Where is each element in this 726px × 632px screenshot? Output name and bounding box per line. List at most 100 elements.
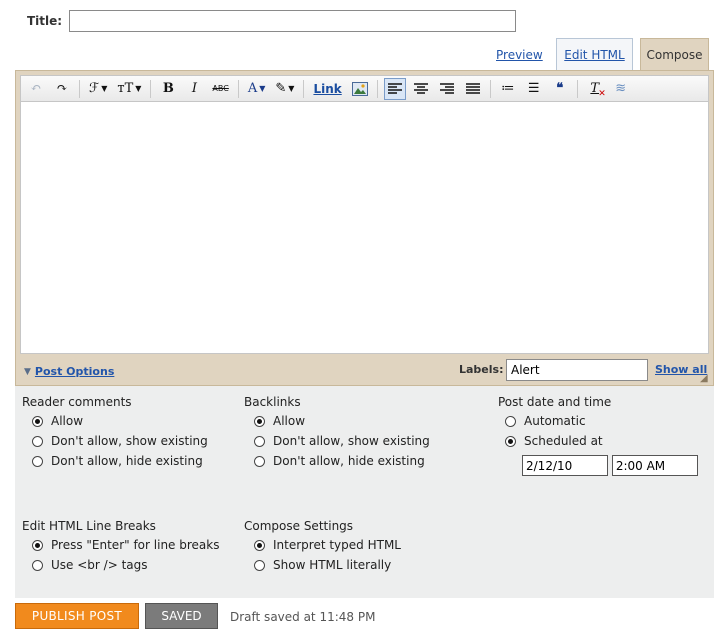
line-breaks-enter[interactable]: Press "Enter" for line breaks: [32, 535, 219, 555]
justify-button[interactable]: [462, 78, 484, 100]
remove-formatting-button[interactable]: T ✕: [584, 78, 605, 100]
post-date-scheduled[interactable]: Scheduled at: [505, 431, 698, 451]
reader-comments-hide-existing[interactable]: Don't allow, hide existing: [32, 451, 208, 471]
title-input[interactable]: [69, 10, 516, 32]
title-label: Title:: [27, 14, 63, 28]
font-menu-button[interactable]: ℱ ▼: [86, 78, 110, 100]
highlight-color-button[interactable]: ✎ ▼: [272, 78, 297, 100]
toolbar-separator: [489, 79, 491, 98]
option-label: Scheduled at: [524, 434, 603, 448]
align-right-button[interactable]: [436, 78, 458, 100]
justify-icon: [465, 82, 480, 94]
saved-button[interactable]: SAVED: [145, 603, 218, 629]
option-label: Press "Enter" for line breaks: [51, 538, 220, 552]
italic-button[interactable]: I: [183, 78, 205, 100]
align-center-button[interactable]: [410, 78, 432, 100]
line-breaks-br-tags[interactable]: Use <br /> tags: [32, 555, 219, 575]
post-date-automatic[interactable]: Automatic: [505, 411, 698, 431]
radio-button[interactable]: [32, 539, 43, 551]
font-icon: ℱ: [89, 81, 100, 96]
option-label: Don't allow, hide existing: [273, 454, 425, 468]
tab-edit-html[interactable]: Edit HTML: [556, 38, 633, 71]
publish-post-button[interactable]: PUBLISH POST: [15, 603, 139, 629]
compose-settings-group: Compose Settings Interpret typed HTML Sh…: [244, 519, 401, 575]
chevron-down-icon: ▼: [259, 84, 266, 93]
formatting-toolbar: ↶ ↷ ℱ▼ тT▼ B I ABC A▼ ✎▼ Link ≔ ☰ ❝: [20, 75, 709, 101]
compose-interpret-html[interactable]: Interpret typed HTML: [254, 535, 401, 555]
insert-image-button[interactable]: [349, 78, 371, 100]
line-breaks-title: Edit HTML Line Breaks: [22, 519, 156, 533]
schedule-date-input[interactable]: [522, 455, 608, 476]
reader-comments-title: Reader comments: [22, 395, 132, 409]
line-breaks-group: Edit HTML Line Breaks Press "Enter" for …: [22, 519, 219, 575]
backlinks-show-existing[interactable]: Don't allow, show existing: [254, 431, 430, 451]
toolbar-separator: [237, 79, 239, 98]
text-color-button[interactable]: A ▼: [245, 78, 269, 100]
tab-edit-html-label[interactable]: Edit HTML: [564, 48, 624, 62]
radio-button[interactable]: [254, 435, 265, 447]
triangle-down-icon: ▼: [24, 366, 31, 377]
option-label: Don't allow, hide existing: [51, 454, 203, 468]
align-center-icon: [413, 82, 428, 94]
tab-preview[interactable]: Preview: [496, 48, 543, 62]
chevron-down-icon: ▼: [135, 84, 142, 93]
post-options-link[interactable]: Post Options: [35, 365, 114, 378]
reader-comments-group: Reader comments Allow Don't allow, show …: [22, 395, 208, 471]
strikethrough-button[interactable]: ABC: [209, 78, 231, 100]
tab-compose[interactable]: Compose: [640, 38, 709, 71]
post-options-toggle[interactable]: ▼ Post Options: [24, 365, 114, 378]
reader-comments-show-existing[interactable]: Don't allow, show existing: [32, 431, 208, 451]
align-left-button[interactable]: [383, 77, 406, 100]
option-label: Allow: [51, 414, 84, 428]
radio-button[interactable]: [254, 559, 265, 571]
labels-input[interactable]: [506, 359, 648, 381]
backlinks-allow[interactable]: Allow: [254, 411, 430, 431]
link-button[interactable]: Link: [310, 78, 344, 100]
radio-button[interactable]: [254, 415, 265, 427]
option-label: Allow: [273, 414, 306, 428]
toolbar-separator: [79, 79, 80, 98]
post-date-group: Post date and time Automatic Scheduled a…: [498, 395, 698, 476]
schedule-time-input[interactable]: [611, 455, 698, 476]
redo-icon[interactable]: ↷: [51, 78, 73, 100]
radio-button[interactable]: [254, 455, 265, 467]
radio-button[interactable]: [254, 539, 265, 551]
draft-status-text: Draft saved at 11:48 PM: [230, 610, 376, 624]
undo-icon[interactable]: ↶: [25, 78, 47, 100]
radio-button[interactable]: [32, 435, 43, 447]
option-label: Show HTML literally: [273, 558, 392, 572]
reader-comments-allow[interactable]: Allow: [32, 411, 208, 431]
toolbar-separator: [576, 79, 578, 98]
option-label: Don't allow, show existing: [273, 434, 430, 448]
toolbar-separator: [376, 79, 378, 98]
option-label: Use <br /> tags: [51, 558, 148, 572]
chevron-down-icon: ▼: [288, 84, 295, 93]
backlinks-hide-existing[interactable]: Don't allow, hide existing: [254, 451, 430, 471]
text-color-icon: A: [247, 81, 258, 96]
align-right-icon: [439, 82, 454, 94]
radio-button[interactable]: [32, 415, 43, 427]
compose-settings-title: Compose Settings: [244, 519, 354, 533]
option-label: Interpret typed HTML: [273, 538, 401, 552]
radio-button[interactable]: [505, 435, 516, 447]
toolbar-separator: [150, 79, 152, 98]
image-icon: [351, 81, 368, 96]
compose-show-literal[interactable]: Show HTML literally: [254, 555, 401, 575]
bullet-list-button[interactable]: ☰: [523, 78, 545, 100]
bold-button[interactable]: B: [157, 78, 179, 100]
editor-body[interactable]: [20, 101, 709, 354]
chevron-down-icon: ▼: [101, 84, 108, 93]
option-label: Automatic: [524, 414, 586, 428]
resize-grip-icon[interactable]: ◢: [700, 373, 708, 384]
font-size-menu-button[interactable]: тT ▼: [114, 78, 144, 100]
blockquote-button[interactable]: ❝: [549, 78, 571, 100]
radio-button[interactable]: [32, 559, 43, 571]
radio-button[interactable]: [505, 415, 516, 427]
spellcheck-button[interactable]: ≋: [610, 78, 632, 100]
highlighter-icon: ✎: [275, 81, 287, 96]
backlinks-group: Backlinks Allow Don't allow, show existi…: [244, 395, 430, 471]
radio-button[interactable]: [32, 455, 43, 467]
numbered-list-button[interactable]: ≔: [497, 78, 519, 100]
option-label: Don't allow, show existing: [51, 434, 208, 448]
post-date-title: Post date and time: [498, 395, 612, 409]
